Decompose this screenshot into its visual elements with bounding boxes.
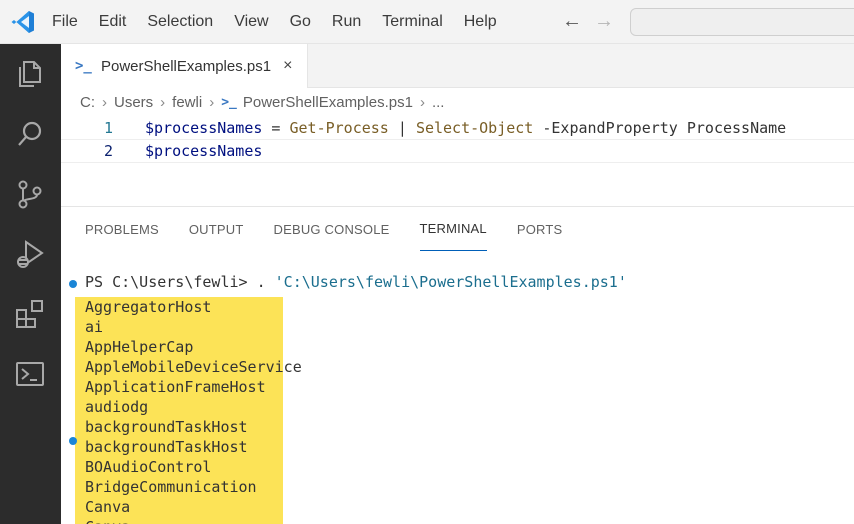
arrow-right-icon[interactable]: → (594, 10, 614, 33)
extensions-icon[interactable] (14, 298, 46, 330)
source-control-icon[interactable] (14, 178, 46, 210)
menu-item-view[interactable]: View (234, 13, 268, 31)
command-center-search[interactable] (630, 8, 854, 36)
breadcrumb-item-users[interactable]: Users (114, 94, 153, 111)
tab-output[interactable]: OUTPUT (189, 207, 244, 251)
breadcrumb-item-fewli[interactable]: fewli (172, 94, 202, 111)
command-decoration-dot[interactable] (69, 280, 77, 288)
arrow-left-icon[interactable]: ← (562, 10, 582, 33)
chevron-right-icon: › (102, 93, 107, 111)
tab-debug-console[interactable]: DEBUG CONSOLE (274, 207, 390, 251)
panel-tabs: PROBLEMS OUTPUT DEBUG CONSOLE TERMINAL PORTS (61, 207, 568, 251)
line-number: 1 (103, 119, 113, 137)
command-path: 'C:\Users\fewli\PowerShellExamples.ps1' (274, 273, 627, 291)
chevron-right-icon: › (419, 93, 425, 111)
terminal-output-line: ai (85, 318, 104, 336)
terminal-output-line: backgroundTaskHost (85, 438, 248, 456)
menu-item-selection[interactable]: Selection (147, 13, 213, 31)
breadcrumb: C: › Users › fewli › >_ PowerShellExampl… (61, 88, 854, 116)
prompt-text: PS C:\Users\fewli> . (85, 273, 275, 291)
code-text: $processNames = Get-Process | Select-Obj… (145, 119, 786, 137)
activity-bar (0, 44, 61, 524)
menu-item-go[interactable]: Go (290, 13, 311, 31)
chevron-right-icon: › (160, 93, 166, 111)
terminal-output-line: Canva (85, 498, 131, 516)
bottom-panel: PROBLEMS OUTPUT DEBUG CONSOLE TERMINAL PORTS… (61, 206, 854, 524)
tab-label: PowerShellExamples.ps1 (101, 57, 272, 75)
breadcrumb-item-drive[interactable]: C: (80, 94, 95, 111)
terminal-output-line: ApplicationFrameHost (85, 378, 266, 396)
menu-item-run[interactable]: Run (332, 13, 361, 31)
terminal-output-line: AppHelperCap (85, 338, 194, 356)
terminal-prompt: PS C:\Users\fewli> . 'C:\Users\fewli\Pow… (85, 273, 627, 291)
code-token: $processNames (145, 142, 263, 160)
terminal-output-line: AppleMobileDeviceService (85, 358, 302, 376)
code-token: Select-Object (415, 119, 534, 137)
vscode-logo-icon[interactable] (10, 9, 36, 35)
code-editor[interactable]: 1 $processNames = Get-Process | Select-Ob… (61, 116, 854, 206)
code-token: | (388, 119, 416, 137)
terminal-output-line: AggregatorHost (85, 298, 212, 316)
powershell-file-icon: >_ (75, 58, 92, 74)
code-text: $processNames (145, 142, 262, 160)
tab-powershell-examples[interactable]: >_ PowerShellExamples.ps1 × (61, 44, 308, 88)
close-icon[interactable]: × (283, 57, 292, 75)
terminal-output-line: backgroundTaskHost (85, 418, 248, 436)
search-icon[interactable] (14, 118, 46, 150)
terminal-output-line: BridgeCommunication (85, 478, 257, 496)
menu-item-help[interactable]: Help (464, 13, 497, 31)
code-line[interactable]: 1 $processNames = Get-Process | Select-Ob… (61, 116, 854, 140)
terminal-output-line: audiodg (85, 398, 149, 416)
menu-item-edit[interactable]: Edit (99, 13, 127, 31)
editor-tabs: >_ PowerShellExamples.ps1 × (61, 44, 854, 88)
menu-item-terminal[interactable]: Terminal (382, 13, 442, 31)
code-token: Get-Process (289, 119, 389, 137)
title-bar: File Edit Selection View Go Run Terminal Help ←… (0, 0, 854, 44)
chevron-right-icon: › (209, 93, 215, 111)
run-debug-icon[interactable] (14, 238, 46, 270)
code-token: -ExpandProperty ProcessName (533, 119, 787, 137)
explorer-icon[interactable] (14, 58, 46, 90)
line-number: 2 (103, 142, 113, 160)
code-line[interactable]: 2 $processNames (61, 139, 854, 163)
terminal[interactable]: PS C:\Users\fewli> . 'C:\Users\fewli\Pow… (61, 267, 854, 524)
tab-terminal[interactable]: TERMINAL (419, 207, 487, 251)
tab-ports[interactable]: PORTS (517, 207, 563, 251)
terminal-output-line: Canva (85, 517, 130, 524)
menu-item-file[interactable]: File (52, 13, 78, 31)
breadcrumb-item-file[interactable]: PowerShellExamples.ps1 (243, 94, 413, 111)
code-token: = (262, 119, 290, 137)
powershell-icon[interactable] (14, 358, 46, 390)
terminal-output-line: BOAudioControl (85, 458, 212, 476)
breadcrumb-item-more[interactable]: ... (432, 94, 445, 111)
tab-problems[interactable]: PROBLEMS (85, 207, 159, 251)
powershell-file-icon: >_ (221, 94, 237, 110)
code-token: $processNames (145, 119, 263, 137)
menu-bar: File Edit Selection View Go Run Terminal Help (52, 0, 518, 44)
command-decoration-dot[interactable] (69, 437, 77, 445)
